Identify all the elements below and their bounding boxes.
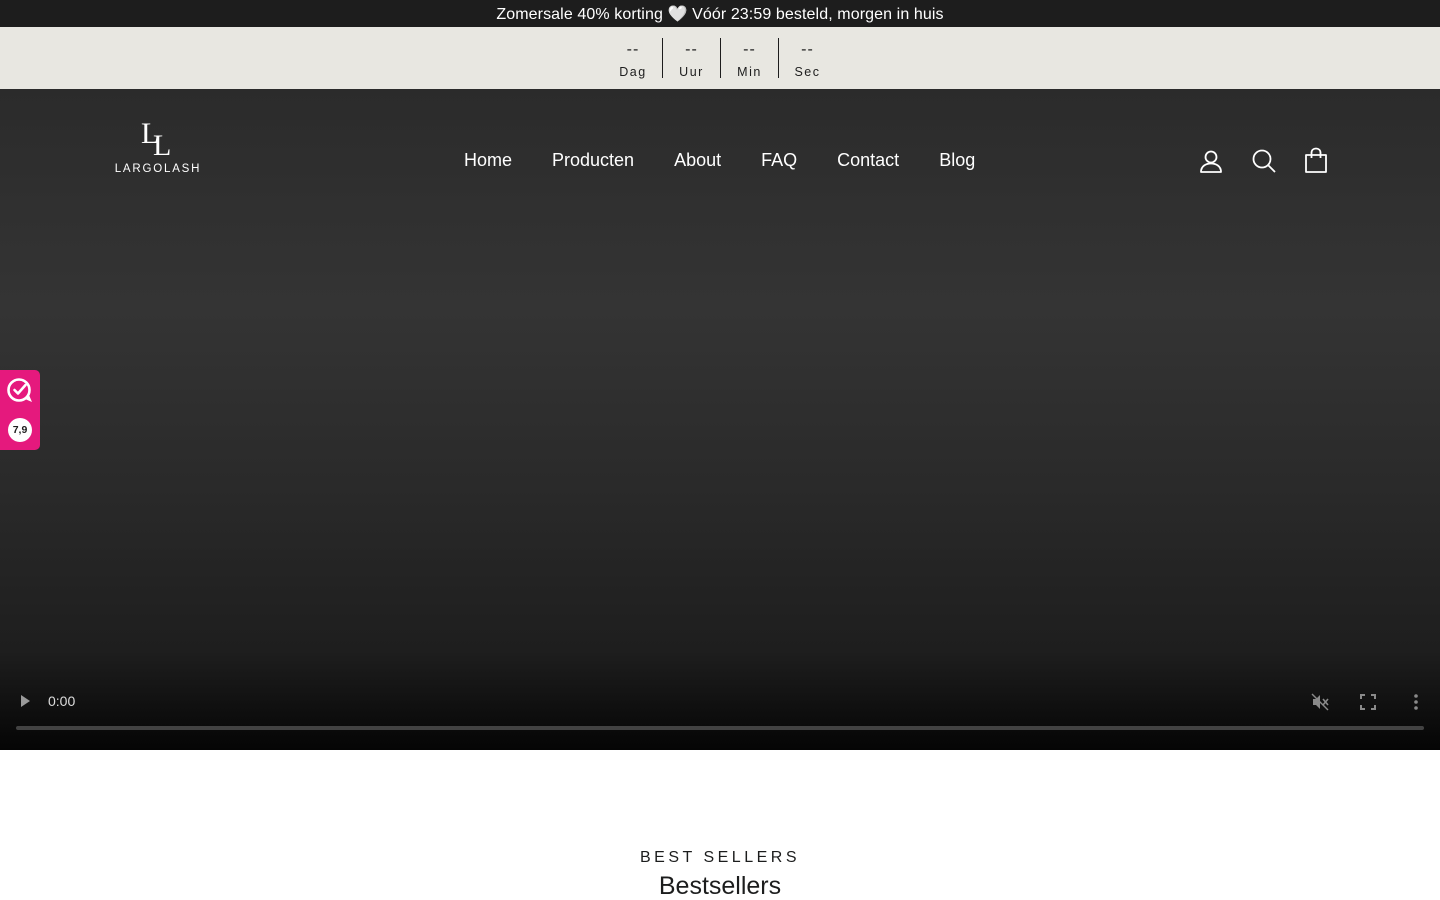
nav-faq[interactable]: FAQ (741, 147, 817, 173)
logo-wordmark: LARGOLASH (114, 163, 202, 175)
hero-video[interactable]: L L LARGOLASH Home Producten About FAQ C… (0, 89, 1440, 750)
nav-home[interactable]: Home (444, 147, 532, 173)
cart-icon[interactable] (1303, 147, 1329, 173)
countdown-value: -- (743, 41, 756, 58)
main-nav: Home Producten About FAQ Contact Blog (444, 147, 995, 173)
countdown-value: -- (801, 41, 814, 58)
video-current-time: 0:00 (48, 693, 76, 709)
site-header: L L LARGOLASH Home Producten About FAQ C… (0, 89, 1440, 224)
countdown-label: Sec (794, 65, 821, 79)
mute-icon[interactable] (1310, 692, 1330, 712)
review-score: 7,9 (8, 418, 32, 442)
account-icon[interactable] (1198, 148, 1224, 174)
fullscreen-icon[interactable] (1359, 693, 1377, 711)
countdown-label: Min (737, 65, 762, 79)
site-logo[interactable]: L L LARGOLASH (112, 113, 204, 179)
countdown-hours: -- Uur (662, 38, 720, 79)
play-icon[interactable] (17, 693, 33, 709)
nav-producten[interactable]: Producten (532, 147, 654, 173)
countdown-days: -- Dag (604, 38, 662, 79)
nav-contact[interactable]: Contact (817, 147, 919, 173)
countdown-label: Dag (619, 65, 647, 79)
logo-monogram-icon: L L (141, 117, 171, 157)
nav-blog[interactable]: Blog (919, 147, 995, 173)
search-icon[interactable] (1251, 148, 1277, 174)
section-title: Bestsellers (658, 872, 782, 900)
countdown-label: Uur (679, 65, 704, 79)
countdown-value: -- (626, 41, 640, 58)
nav-about[interactable]: About (654, 147, 741, 173)
announcement-text: Zomersale 40% korting 🤍 Vóór 23:59 beste… (496, 5, 944, 23)
section-kicker: BEST SELLERS (640, 849, 800, 866)
countdown-timer: -- Dag -- Uur -- Min -- Sec (0, 27, 1440, 89)
countdown-seconds: -- Sec (778, 38, 836, 79)
announcement-bar: Zomersale 40% korting 🤍 Vóór 23:59 beste… (0, 0, 1440, 27)
svg-text:L: L (153, 129, 171, 157)
review-badge[interactable]: 7,9 (0, 370, 40, 450)
video-progress-bar[interactable] (16, 726, 1424, 730)
countdown-value: -- (685, 41, 698, 58)
countdown-minutes: -- Min (720, 38, 778, 79)
kiyoh-logo-icon (7, 378, 32, 402)
more-options-icon[interactable] (1407, 692, 1425, 712)
